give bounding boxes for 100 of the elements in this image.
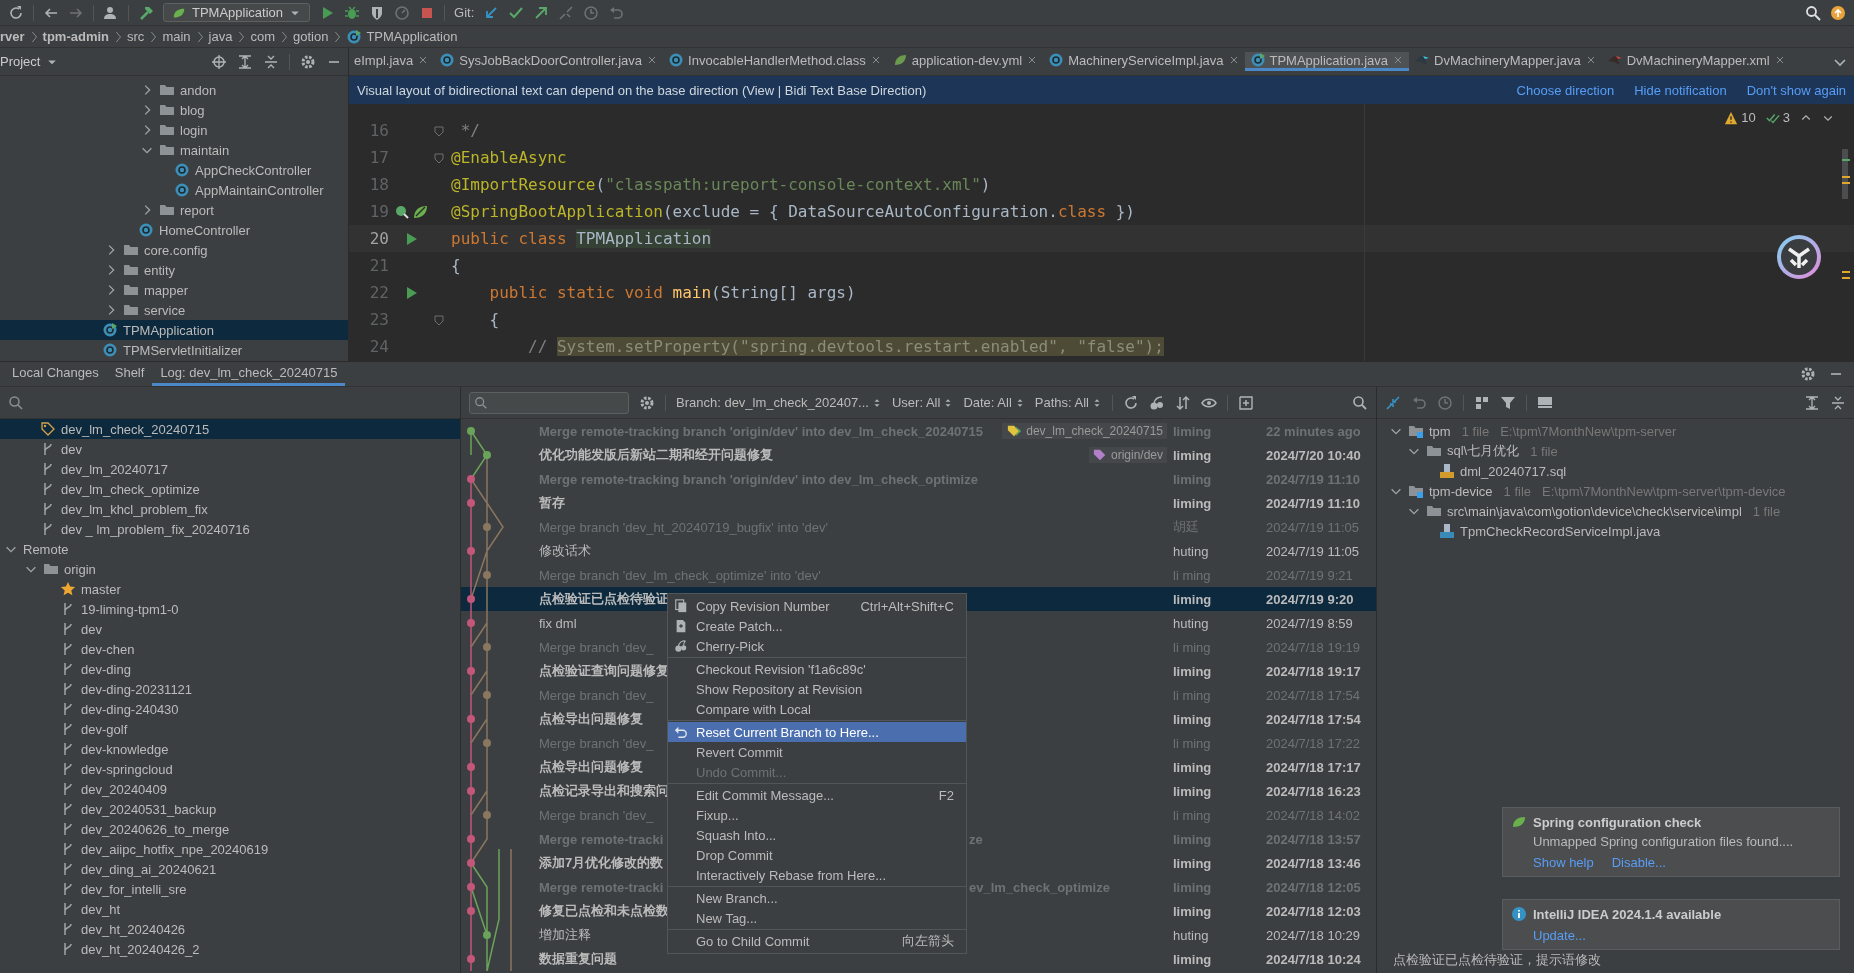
tree-label: dev_lm_check_optimize	[61, 481, 200, 497]
tree-label: dev_ht_20240426	[81, 921, 186, 937]
commit-date: 2024/7/18 10:29	[1266, 927, 1361, 943]
code-line: @SpringBootApplication(exclude = { DataSourceAutoConfiguration.class })	[450, 202, 1135, 221]
code-line: */	[459, 121, 480, 140]
commit-date: 2024/7/18 19:17	[1266, 663, 1362, 679]
commit-date: 2024/7/19 11:10	[1266, 495, 1361, 511]
tree-label: dev_ding_ai_20240621	[81, 861, 217, 877]
commit-message: 修复已点检和未点检数	[539, 902, 669, 920]
tree-label: TPMApplication	[123, 322, 215, 338]
commit-author: liming	[1173, 903, 1213, 919]
tree-label: dev_aiipc_hotfix_npe_20240619	[81, 841, 269, 857]
line-number: 23	[368, 310, 389, 329]
commit-date: 2024/7/19 8:59	[1266, 615, 1354, 631]
commit-date: 2024/7/18 17:54	[1266, 711, 1362, 727]
notification-title: Spring configuration check	[1511, 814, 1829, 830]
tree-label: dev_lm_check_20240715	[61, 421, 210, 437]
banner-text: Visual layout of bidirectional text can depend on the base direction (View | Bidi Text Base Direction)	[357, 82, 927, 98]
tree-label: origin	[64, 561, 96, 577]
tree-label: service	[144, 302, 186, 318]
vcs-label: Git:	[454, 5, 475, 20]
file-path: E:\tpm\7MonthNew\tpm-server	[1500, 423, 1677, 439]
commit-date: 2024/7/19 11:05	[1266, 543, 1360, 559]
line-number: 21	[368, 256, 389, 275]
code-line: {	[450, 256, 461, 275]
tree-label: AppCheckController	[195, 162, 312, 178]
branch-label: origin/dev	[1088, 447, 1167, 463]
branch-label: dev_lm_check_20240715	[1002, 423, 1167, 439]
tree-label: dev_20240409	[81, 781, 168, 797]
commit-author: liming	[1173, 663, 1213, 679]
commit-message: 点检验证查询问题修复	[539, 662, 669, 680]
file-count: 1 file	[1503, 483, 1532, 499]
code-line: @EnableAsync	[450, 148, 567, 167]
tree-label: dev_lm_khcl_problem_fix	[61, 501, 208, 517]
line-number: 22	[368, 283, 389, 302]
tree-label: 19-liming-tpm1-0	[81, 601, 179, 617]
tree-label: AppMaintainController	[195, 182, 324, 198]
tree-label: Remote	[23, 541, 69, 557]
commit-author: liming	[1173, 495, 1213, 511]
commit-author: liming	[1173, 447, 1213, 463]
commit-date: 2024/7/18 13:46	[1266, 855, 1362, 871]
tree-label: dml_20240717.sql	[1460, 463, 1567, 479]
commit-date: 2024/7/20 10:40	[1266, 447, 1362, 463]
file-path: E:\tpm\7MonthNew\tpm-server\tpm-device	[1542, 483, 1786, 499]
commit-author: liming	[1173, 855, 1213, 871]
commit-author: liming	[1173, 759, 1213, 775]
file-count: 1 file	[1461, 423, 1490, 439]
commit-date: 2024/7/18 12:03	[1266, 903, 1362, 919]
tree-label: dev_for_intelli_sre	[81, 881, 187, 897]
commit-date: 2024/7/18 16:23	[1266, 783, 1362, 799]
code-line: {	[488, 310, 500, 329]
tree-label: dev_20240626_to_merge	[81, 821, 230, 837]
commit-author: huting	[1173, 927, 1210, 943]
tree-label: HomeController	[159, 222, 251, 238]
tree-label: entity	[144, 262, 176, 278]
notification-title: IntelliJ IDEA 2024.1.4 available	[1511, 906, 1829, 922]
tree-label: dev _ lm_problem_fix_20240716	[61, 521, 250, 537]
commit-message: 增加注释	[539, 926, 591, 944]
tree-label: dev-springcloud	[81, 761, 173, 777]
tree-label: sql\七月优化	[1447, 442, 1520, 460]
tree-label: src\main\java\com\gotion\device\check\service\impl	[1447, 503, 1742, 519]
tree-label: TpmCheckRecordServiceImpl.java	[1460, 523, 1661, 539]
commit-message: 点检导出问题修复	[539, 758, 643, 776]
commit-message: 暂存	[539, 494, 565, 512]
commit-date: 2024/7/19 9:20	[1266, 591, 1355, 607]
tree-label: andon	[180, 82, 217, 98]
commit-author: huting	[1173, 615, 1210, 631]
tree-label: tpm	[1429, 423, 1451, 439]
commit-message: 点检导出问题修复	[539, 710, 643, 728]
line-number: 18	[368, 175, 389, 194]
tree-label: dev_20240531_backup	[81, 801, 217, 817]
commit-author: liming	[1173, 711, 1213, 727]
code-line: @ImportResource("classpath:ureport-console-context.xml")	[450, 175, 991, 194]
file-count: 1 file	[1530, 443, 1558, 459]
commit-message: 添加7月优化修改的数	[539, 854, 664, 872]
line-number: 16	[368, 121, 389, 140]
tree-label: maintain	[180, 142, 230, 158]
tree-label: tpm-device	[1429, 483, 1493, 499]
code-line: public static void main(String[] args)	[488, 283, 856, 302]
commit-details-message: 点检验证已点检待验证，提示语修改	[1393, 951, 1601, 969]
commit-message: 优化功能发版后新站二期和经开问题修复	[539, 446, 773, 464]
tree-label: dev_ht	[81, 901, 121, 917]
commit-message: 修改话术	[539, 542, 591, 560]
tree-label: report	[180, 202, 214, 218]
tree-label: blog	[180, 102, 205, 118]
code-line: public class TPMApplication	[450, 229, 712, 248]
tree-label: login	[180, 122, 208, 138]
tree-label: mapper	[144, 282, 189, 298]
line-number: 17	[368, 148, 389, 167]
tree-label: dev-ding	[81, 661, 131, 677]
commit-message: 数据重复问题	[539, 950, 617, 968]
notification-text: Unmapped Spring configuration files found....	[1533, 834, 1795, 849]
tree-label: dev	[81, 621, 102, 637]
commit-author: liming	[1173, 783, 1213, 799]
code-line: // System.setProperty("spring.devtools.restart.enabled", "false");	[527, 337, 1164, 356]
tree-label: core.config	[144, 242, 208, 258]
line-number: 19	[368, 202, 389, 221]
commit-message: fix dml	[539, 615, 577, 631]
line-number: 24	[368, 337, 389, 356]
tree-label: dev	[61, 441, 82, 457]
